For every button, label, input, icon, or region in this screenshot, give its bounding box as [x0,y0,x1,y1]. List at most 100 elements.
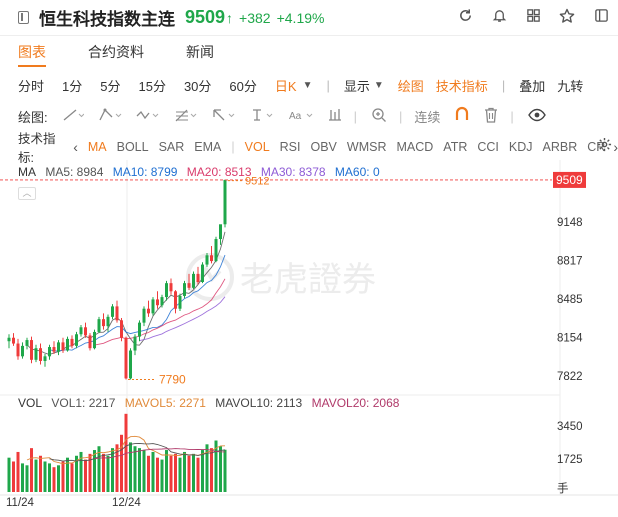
candle-body [151,299,155,314]
candle-body [142,308,146,323]
indicator-atr[interactable]: ATR [443,140,467,154]
drawing-toolbar: 绘图: Aa | | 连续 | [0,103,618,129]
candle-body [124,337,128,379]
chevron-right-icon[interactable]: › [613,139,618,155]
candle-body [21,345,24,357]
indicator-wmsr[interactable]: WMSR [347,140,387,154]
ma60-value: MA60: 0 [334,165,380,179]
sidebar-icon[interactable] [584,8,618,28]
collapse-legend-button[interactable]: ︿ [18,187,36,200]
volume-bar [43,461,47,492]
up-arrow-icon: ↑ [226,9,234,26]
sidebar-toggle-icon[interactable] [18,11,29,24]
candle-body [79,327,83,335]
gear-icon[interactable] [597,137,612,156]
text-tool-icon[interactable]: Aa [288,108,314,125]
tech-indicator-toggle[interactable]: 技术指标 [436,76,488,95]
volume-bar [133,446,137,492]
indicator-macd[interactable]: MACD [396,140,433,154]
price-change-pct: +4.19% [276,9,325,26]
quote-header: 恒生科技指数主连 9509 ↑ +382 +4.19% [0,0,618,36]
candle-body [183,283,186,296]
candle-body [25,340,29,346]
content-tabs: 图表 合约资料 新闻 [0,37,618,67]
grid-icon[interactable] [516,8,550,28]
period-30min[interactable]: 30分 [184,76,211,95]
candle-body [156,299,159,306]
volume-bar [7,457,11,492]
candle-body [138,322,141,337]
indicator-ema[interactable]: EMA [194,140,221,154]
low-marker-label: 7790 [159,373,186,387]
refresh-icon[interactable] [448,8,482,28]
volume-bar [147,455,150,492]
arrow-tool-icon[interactable] [212,108,236,125]
wave-tool-icon[interactable] [136,108,160,125]
candle-body [88,335,92,349]
bar-pattern-tool-icon[interactable] [328,108,342,125]
candle-body [201,264,204,282]
candle-body [169,283,173,292]
chart-grid [0,160,618,496]
period-1min[interactable]: 1分 [62,76,82,95]
volume-bar [52,467,56,492]
candle-body [75,334,78,346]
candle-body [93,331,96,349]
zoom-in-icon[interactable] [371,107,387,126]
indicator-kdj[interactable]: KDJ [509,140,533,154]
tab-contract-info[interactable]: 合约资料 [88,37,144,67]
divider: | [231,140,235,154]
trash-icon[interactable] [484,107,498,126]
star-icon[interactable] [550,8,584,29]
indicator-vol[interactable]: VOL [245,140,270,154]
volume-bar [21,463,24,492]
overlay-button[interactable]: 叠加 [519,76,545,95]
eye-icon[interactable] [527,108,546,125]
line-tool-icon[interactable] [62,108,84,125]
period-daily[interactable]: 日K [275,76,297,95]
date-tick: 11/24 [6,497,35,509]
continuous-draw-toggle[interactable]: 连续 [414,107,440,126]
candle-body [160,297,164,306]
volume-tick: 3450 [557,421,583,433]
indicator-obv[interactable]: OBV [311,140,337,154]
indicator-sar[interactable]: SAR [159,140,185,154]
candle-body [219,224,222,240]
divider: | [510,108,514,124]
channel-tool-icon[interactable] [98,108,122,125]
magnet-icon[interactable] [454,106,470,126]
ma-label: MA [18,165,36,179]
fib-tool-icon[interactable] [174,108,198,125]
chevron-left-icon[interactable]: ‹ [73,139,78,155]
candle-body [66,338,69,351]
volume-bar [169,455,173,492]
tab-chart[interactable]: 图表 [18,37,46,67]
bell-icon[interactable] [482,8,516,28]
price-change: +382 [239,9,271,26]
watermark-text: 老虎證券 [240,260,376,300]
period-15min[interactable]: 15分 [138,76,165,95]
indicator-ma[interactable]: MA [88,140,107,154]
period-5min[interactable]: 5分 [100,76,120,95]
kline-chart[interactable]: 老虎證券 94809148881784858154782234501725手11… [0,160,618,517]
indicator-boll[interactable]: BOLL [117,140,149,154]
volume-bar [156,457,159,492]
nine-turn-button[interactable]: 九转 [557,76,583,95]
candlesticks [7,179,227,380]
divider: | [501,77,506,93]
text-cursor-tool-icon[interactable] [250,108,274,125]
candle-body [43,356,47,361]
period-60min[interactable]: 60分 [229,76,256,95]
period-dropdown-icon[interactable]: ▼ [303,80,313,91]
period-intraday[interactable]: 分时 [18,76,44,95]
display-menu[interactable]: 显示 [344,76,370,95]
indicator-rsi[interactable]: RSI [280,140,301,154]
tab-news[interactable]: 新闻 [186,37,214,67]
indicator-arbr[interactable]: ARBR [543,140,578,154]
last-price: 9509 [185,7,226,27]
draw-toggle[interactable]: 绘图 [398,76,424,95]
candle-body [39,348,42,361]
volume-bar [183,451,186,492]
indicator-cci[interactable]: CCI [477,140,499,154]
chevron-down-icon[interactable]: ▼ [374,80,384,91]
